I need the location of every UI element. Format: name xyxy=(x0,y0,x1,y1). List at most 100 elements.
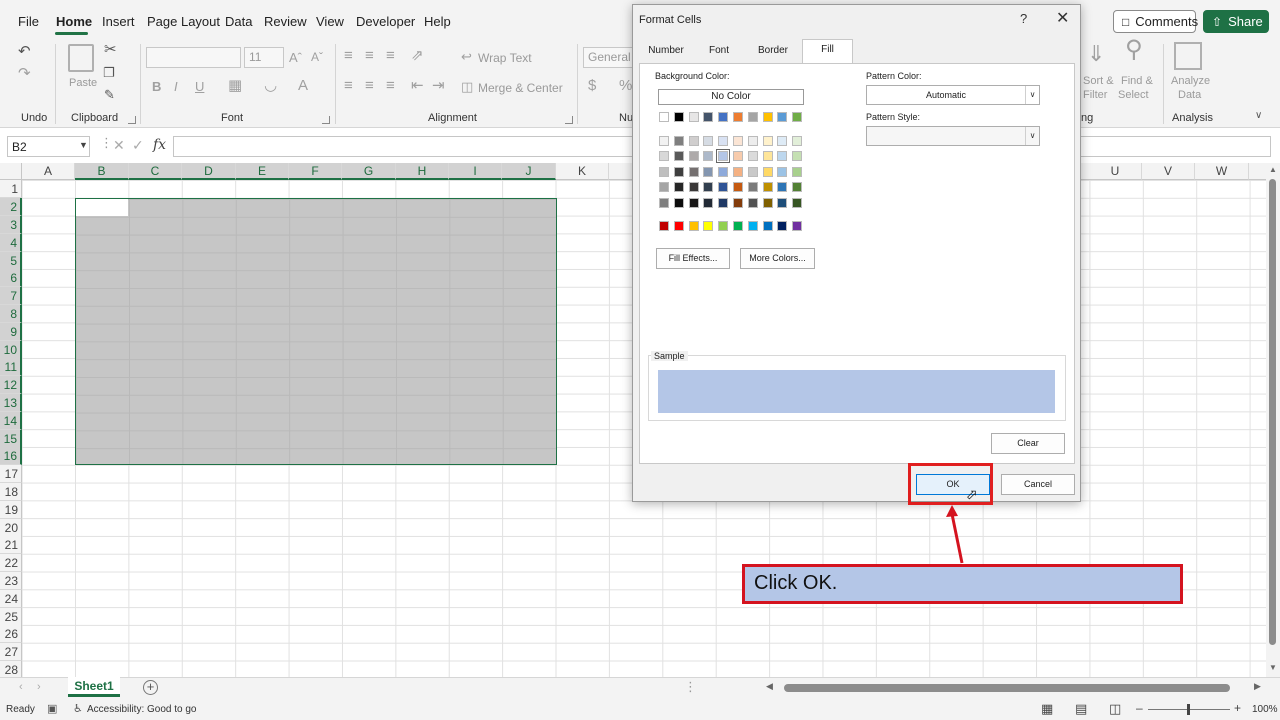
column-header[interactable]: I xyxy=(449,163,502,180)
theme-tint-swatch[interactable] xyxy=(777,182,788,192)
theme-tint-swatch[interactable] xyxy=(733,182,743,192)
theme-tint-swatch[interactable] xyxy=(792,167,803,177)
theme-tint-swatch[interactable] xyxy=(718,136,729,146)
undo-icon[interactable]: ↶ xyxy=(18,44,31,59)
theme-tint-swatch[interactable] xyxy=(659,136,669,146)
theme-tint-swatch[interactable] xyxy=(688,167,699,177)
page-layout-view-icon[interactable]: ▤ xyxy=(1075,701,1087,717)
column-header[interactable]: G xyxy=(342,163,396,180)
sort-filter-label-1[interactable]: Sort & xyxy=(1083,75,1114,87)
column-header[interactable]: E xyxy=(236,163,289,180)
standard-color-swatch[interactable] xyxy=(673,221,684,231)
row-header[interactable]: 23 xyxy=(0,572,22,590)
align-right-icon[interactable]: ≡ xyxy=(386,78,395,93)
analyze-data-label-1[interactable]: Analyze xyxy=(1171,75,1210,87)
find-select-icon[interactable]: ⚲ xyxy=(1125,38,1143,62)
theme-tint-swatch[interactable] xyxy=(703,182,714,192)
theme-tint-swatch[interactable] xyxy=(718,198,729,208)
redo-icon[interactable]: ↷ xyxy=(18,66,31,81)
help-icon[interactable]: ? xyxy=(1020,11,1027,26)
row-header[interactable]: 19 xyxy=(0,501,22,519)
menu-page-layout[interactable]: Page Layout xyxy=(147,14,220,29)
theme-tint-swatch[interactable] xyxy=(777,136,788,146)
theme-tint-swatch[interactable] xyxy=(703,151,714,161)
standard-color-swatch[interactable] xyxy=(718,221,729,231)
standard-color-swatch[interactable] xyxy=(777,221,788,231)
font-name-select[interactable] xyxy=(146,47,241,68)
clear-button[interactable]: Clear xyxy=(991,433,1065,454)
page-break-view-icon[interactable]: ◫ xyxy=(1109,701,1121,717)
row-header[interactable]: 2 xyxy=(0,198,22,216)
number-format-select[interactable]: General xyxy=(583,47,633,68)
theme-tint-swatch[interactable] xyxy=(703,167,714,177)
wrap-text-button[interactable]: Wrap Text xyxy=(478,51,532,65)
column-header[interactable]: C xyxy=(129,163,182,180)
analyze-data-icon[interactable] xyxy=(1174,42,1202,70)
row-header[interactable]: 10 xyxy=(0,341,22,359)
tab-font[interactable]: Font xyxy=(699,41,739,63)
theme-tint-swatch[interactable] xyxy=(673,198,684,208)
align-top-icon[interactable]: ≡ xyxy=(344,48,353,63)
row-header[interactable]: 16 xyxy=(0,447,22,465)
standard-color-swatch[interactable] xyxy=(792,221,803,231)
theme-tint-swatch[interactable] xyxy=(762,182,773,192)
theme-tint-swatch[interactable] xyxy=(762,136,773,146)
vertical-scrollbar[interactable]: ▲ ▼ xyxy=(1266,163,1280,677)
cut-icon[interactable]: ✂ xyxy=(104,42,117,57)
theme-tint-swatch[interactable] xyxy=(673,167,684,177)
theme-color-swatch[interactable] xyxy=(792,112,803,122)
column-header[interactable]: K xyxy=(556,163,609,180)
align-middle-icon[interactable]: ≡ xyxy=(365,48,374,63)
accessibility-status[interactable]: Accessibility: Good to go xyxy=(87,704,197,715)
theme-tint-swatch[interactable] xyxy=(659,182,669,192)
row-header[interactable]: 21 xyxy=(0,536,22,554)
theme-tint-swatch[interactable] xyxy=(747,198,758,208)
ribbon-collapse-icon[interactable]: ∨ xyxy=(1255,108,1262,123)
close-icon[interactable]: ✕ xyxy=(1056,8,1069,28)
row-header[interactable]: 4 xyxy=(0,234,22,252)
theme-tint-swatch[interactable] xyxy=(673,151,684,161)
theme-color-swatch[interactable] xyxy=(733,112,743,122)
theme-tint-swatch[interactable] xyxy=(747,136,758,146)
find-select-label-2[interactable]: Select xyxy=(1118,89,1149,101)
align-left-icon[interactable]: ≡ xyxy=(344,78,353,93)
theme-color-swatch[interactable] xyxy=(762,112,773,122)
theme-color-swatch[interactable] xyxy=(777,112,788,122)
standard-color-swatch[interactable] xyxy=(733,221,743,231)
theme-tint-swatch[interactable] xyxy=(688,136,699,146)
merge-center-button[interactable]: Merge & Center xyxy=(478,81,563,95)
scroll-up-icon[interactable]: ▲ xyxy=(1269,165,1277,174)
fill-color-icon[interactable]: ◡ xyxy=(264,78,277,93)
column-header[interactable]: B xyxy=(75,163,129,180)
row-header[interactable]: 14 xyxy=(0,412,22,430)
insert-function-button[interactable]: fx xyxy=(153,137,166,153)
column-header[interactable]: A xyxy=(22,163,75,180)
theme-color-swatch[interactable] xyxy=(673,112,684,122)
row-header[interactable]: 5 xyxy=(0,252,22,270)
theme-tint-swatch[interactable] xyxy=(792,151,803,161)
prev-sheet-icon[interactable]: ‹ xyxy=(19,681,23,693)
row-header[interactable]: 12 xyxy=(0,376,22,394)
decrease-font-icon[interactable]: Aˇ xyxy=(311,50,323,65)
theme-color-swatch[interactable] xyxy=(703,112,714,122)
alignment-launcher-icon[interactable] xyxy=(565,116,573,124)
horizontal-scroll-thumb[interactable] xyxy=(784,684,1230,692)
normal-view-icon[interactable]: ▦ xyxy=(1041,701,1053,717)
paste-icon[interactable] xyxy=(68,44,94,72)
increase-indent-icon[interactable]: ⇥ xyxy=(432,78,445,93)
theme-tint-swatch[interactable] xyxy=(733,167,743,177)
theme-tint-swatch[interactable] xyxy=(762,198,773,208)
theme-tint-swatch[interactable] xyxy=(673,136,684,146)
no-color-button[interactable]: No Color xyxy=(658,89,804,105)
theme-tint-swatch[interactable] xyxy=(688,151,699,161)
row-header[interactable]: 11 xyxy=(0,358,22,376)
name-box[interactable]: B2 xyxy=(7,136,90,157)
column-header[interactable]: V xyxy=(1142,163,1195,180)
theme-color-swatch[interactable] xyxy=(659,112,669,122)
standard-color-swatch[interactable] xyxy=(688,221,699,231)
theme-tint-swatch[interactable] xyxy=(688,182,699,192)
next-sheet-icon[interactable]: › xyxy=(37,681,41,693)
theme-tint-swatch[interactable] xyxy=(718,167,729,177)
theme-color-swatch[interactable] xyxy=(718,112,729,122)
menu-help[interactable]: Help xyxy=(424,14,451,29)
